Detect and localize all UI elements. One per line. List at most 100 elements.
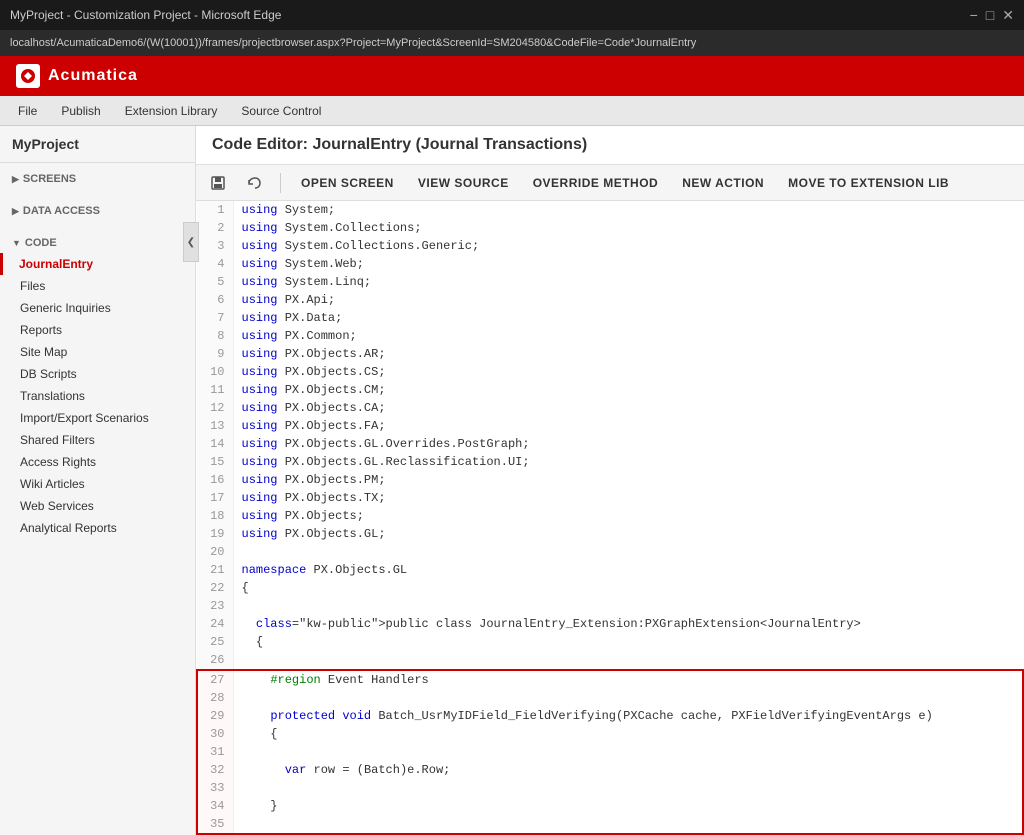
code-line: class="kw-public">public class JournalEn… bbox=[233, 615, 1023, 633]
table-row: 24 class="kw-public">public class Journa… bbox=[197, 615, 1023, 633]
menu-file[interactable]: File bbox=[8, 100, 47, 122]
table-row: 8using PX.Common; bbox=[197, 327, 1023, 345]
analytical-reports-label: Analytical Reports bbox=[20, 521, 117, 535]
code-line bbox=[233, 689, 1023, 707]
table-row: 31 bbox=[197, 743, 1023, 761]
sidebar-item-files[interactable]: Files bbox=[0, 275, 195, 297]
web-services-label: Web Services bbox=[20, 499, 94, 513]
code-line: using PX.Data; bbox=[233, 309, 1023, 327]
sidebar-section-code[interactable]: ▼ CODE bbox=[0, 233, 195, 253]
code-line bbox=[233, 743, 1023, 761]
site-map-label: Site Map bbox=[20, 345, 67, 359]
sidebar-item-reports[interactable]: Reports bbox=[0, 319, 195, 341]
code-line bbox=[233, 597, 1023, 615]
acumatica-logo-icon bbox=[16, 64, 40, 88]
table-row: 13using PX.Objects.FA; bbox=[197, 417, 1023, 435]
line-number: 12 bbox=[197, 399, 233, 417]
window-controls[interactable]: − □ ✕ bbox=[970, 7, 1014, 24]
code-line: using System.Collections; bbox=[233, 219, 1023, 237]
menu-source-control[interactable]: Source Control bbox=[231, 100, 331, 122]
line-number: 29 bbox=[197, 707, 233, 725]
address-text: localhost/AcumaticaDemo6/(W(10001))/fram… bbox=[10, 37, 696, 49]
table-row: 33 bbox=[197, 779, 1023, 797]
table-row: 1using System; bbox=[197, 201, 1023, 219]
journal-entry-label: JournalEntry bbox=[19, 257, 93, 271]
view-source-button[interactable]: VIEW SOURCE bbox=[410, 172, 517, 194]
sidebar-item-site-map[interactable]: Site Map bbox=[0, 341, 195, 363]
sidebar-section-data-access[interactable]: ▶ DATA ACCESS bbox=[0, 201, 195, 221]
sidebar-item-import-export[interactable]: Import/Export Scenarios bbox=[0, 407, 195, 429]
line-number: 15 bbox=[197, 453, 233, 471]
sidebar-item-journal-entry[interactable]: JournalEntry bbox=[0, 253, 195, 275]
address-bar: localhost/AcumaticaDemo6/(W(10001))/fram… bbox=[0, 30, 1024, 56]
table-row: 16using PX.Objects.PM; bbox=[197, 471, 1023, 489]
sidebar-item-translations[interactable]: Translations bbox=[0, 385, 195, 407]
line-number: 18 bbox=[197, 507, 233, 525]
line-number: 3 bbox=[197, 237, 233, 255]
code-table: 1using System;2using System.Collections;… bbox=[196, 201, 1024, 835]
page-title: Code Editor: JournalEntry (Journal Trans… bbox=[212, 136, 587, 154]
open-screen-button[interactable]: OPEN SCREEN bbox=[293, 172, 402, 194]
override-method-button[interactable]: OVERRIDE METHOD bbox=[525, 172, 667, 194]
code-line: using PX.Objects.CA; bbox=[233, 399, 1023, 417]
new-action-button[interactable]: NEW ACTION bbox=[674, 172, 772, 194]
code-line: using PX.Objects.AR; bbox=[233, 345, 1023, 363]
line-number: 10 bbox=[197, 363, 233, 381]
db-scripts-label: DB Scripts bbox=[20, 367, 77, 381]
line-number: 31 bbox=[197, 743, 233, 761]
toolbar-divider bbox=[280, 173, 281, 193]
line-number: 20 bbox=[197, 543, 233, 561]
code-line: namespace PX.Objects.GL bbox=[233, 561, 1023, 579]
table-row: 6using PX.Api; bbox=[197, 291, 1023, 309]
line-number: 8 bbox=[197, 327, 233, 345]
save-button[interactable] bbox=[204, 171, 232, 195]
app-topbar: Acumatica bbox=[0, 56, 1024, 96]
line-number: 33 bbox=[197, 779, 233, 797]
sidebar-collapse-button[interactable]: ❮ bbox=[183, 222, 199, 262]
window-title: MyProject - Customization Project - Micr… bbox=[10, 8, 281, 22]
code-line: using PX.Objects.GL.Overrides.PostGraph; bbox=[233, 435, 1023, 453]
code-editor[interactable]: 1using System;2using System.Collections;… bbox=[196, 201, 1024, 835]
undo-button[interactable] bbox=[240, 171, 268, 195]
app-logo-text: Acumatica bbox=[48, 67, 138, 85]
main-layout: MyProject ▶ SCREENS ▶ DATA ACCESS ▼ CODE… bbox=[0, 126, 1024, 835]
code-line: using PX.Common; bbox=[233, 327, 1023, 345]
shared-filters-label: Shared Filters bbox=[20, 433, 95, 447]
sidebar-item-web-services[interactable]: Web Services bbox=[0, 495, 195, 517]
sidebar-item-db-scripts[interactable]: DB Scripts bbox=[0, 363, 195, 385]
sidebar-item-analytical-reports[interactable]: Analytical Reports bbox=[0, 517, 195, 539]
wiki-articles-label: Wiki Articles bbox=[20, 477, 85, 491]
sidebar-item-generic-inquiries[interactable]: Generic Inquiries bbox=[0, 297, 195, 319]
line-number: 13 bbox=[197, 417, 233, 435]
table-row: 27 #region Event Handlers bbox=[197, 670, 1023, 689]
line-number: 35 bbox=[197, 815, 233, 834]
table-row: 17using PX.Objects.TX; bbox=[197, 489, 1023, 507]
code-line: using System.Collections.Generic; bbox=[233, 237, 1023, 255]
access-rights-label: Access Rights bbox=[20, 455, 96, 469]
code-line: { bbox=[233, 633, 1023, 651]
data-access-label: DATA ACCESS bbox=[23, 205, 100, 217]
app-logo: Acumatica bbox=[16, 64, 138, 88]
line-number: 14 bbox=[197, 435, 233, 453]
close-icon[interactable]: ✕ bbox=[1002, 7, 1014, 24]
code-line bbox=[233, 815, 1023, 834]
code-line: using PX.Objects.GL.Reclassification.UI; bbox=[233, 453, 1023, 471]
menu-extension-library[interactable]: Extension Library bbox=[115, 100, 228, 122]
restore-icon[interactable]: □ bbox=[986, 7, 994, 24]
code-line bbox=[233, 651, 1023, 670]
line-number: 16 bbox=[197, 471, 233, 489]
sidebar-item-shared-filters[interactable]: Shared Filters bbox=[0, 429, 195, 451]
table-row: 9using PX.Objects.AR; bbox=[197, 345, 1023, 363]
screens-label: SCREENS bbox=[23, 173, 76, 185]
code-line: using PX.Objects.FA; bbox=[233, 417, 1023, 435]
reports-label: Reports bbox=[20, 323, 62, 337]
sidebar-section-screens[interactable]: ▶ SCREENS bbox=[0, 169, 195, 189]
code-line: var row = (Batch)e.Row; bbox=[233, 761, 1023, 779]
code-line: { bbox=[233, 579, 1023, 597]
sidebar-item-access-rights[interactable]: Access Rights bbox=[0, 451, 195, 473]
minimize-icon[interactable]: − bbox=[970, 7, 978, 24]
menu-publish[interactable]: Publish bbox=[51, 100, 110, 122]
move-to-extension-lib-button[interactable]: MOVE TO EXTENSION LIB bbox=[780, 172, 957, 194]
table-row: 30 { bbox=[197, 725, 1023, 743]
sidebar-item-wiki-articles[interactable]: Wiki Articles bbox=[0, 473, 195, 495]
